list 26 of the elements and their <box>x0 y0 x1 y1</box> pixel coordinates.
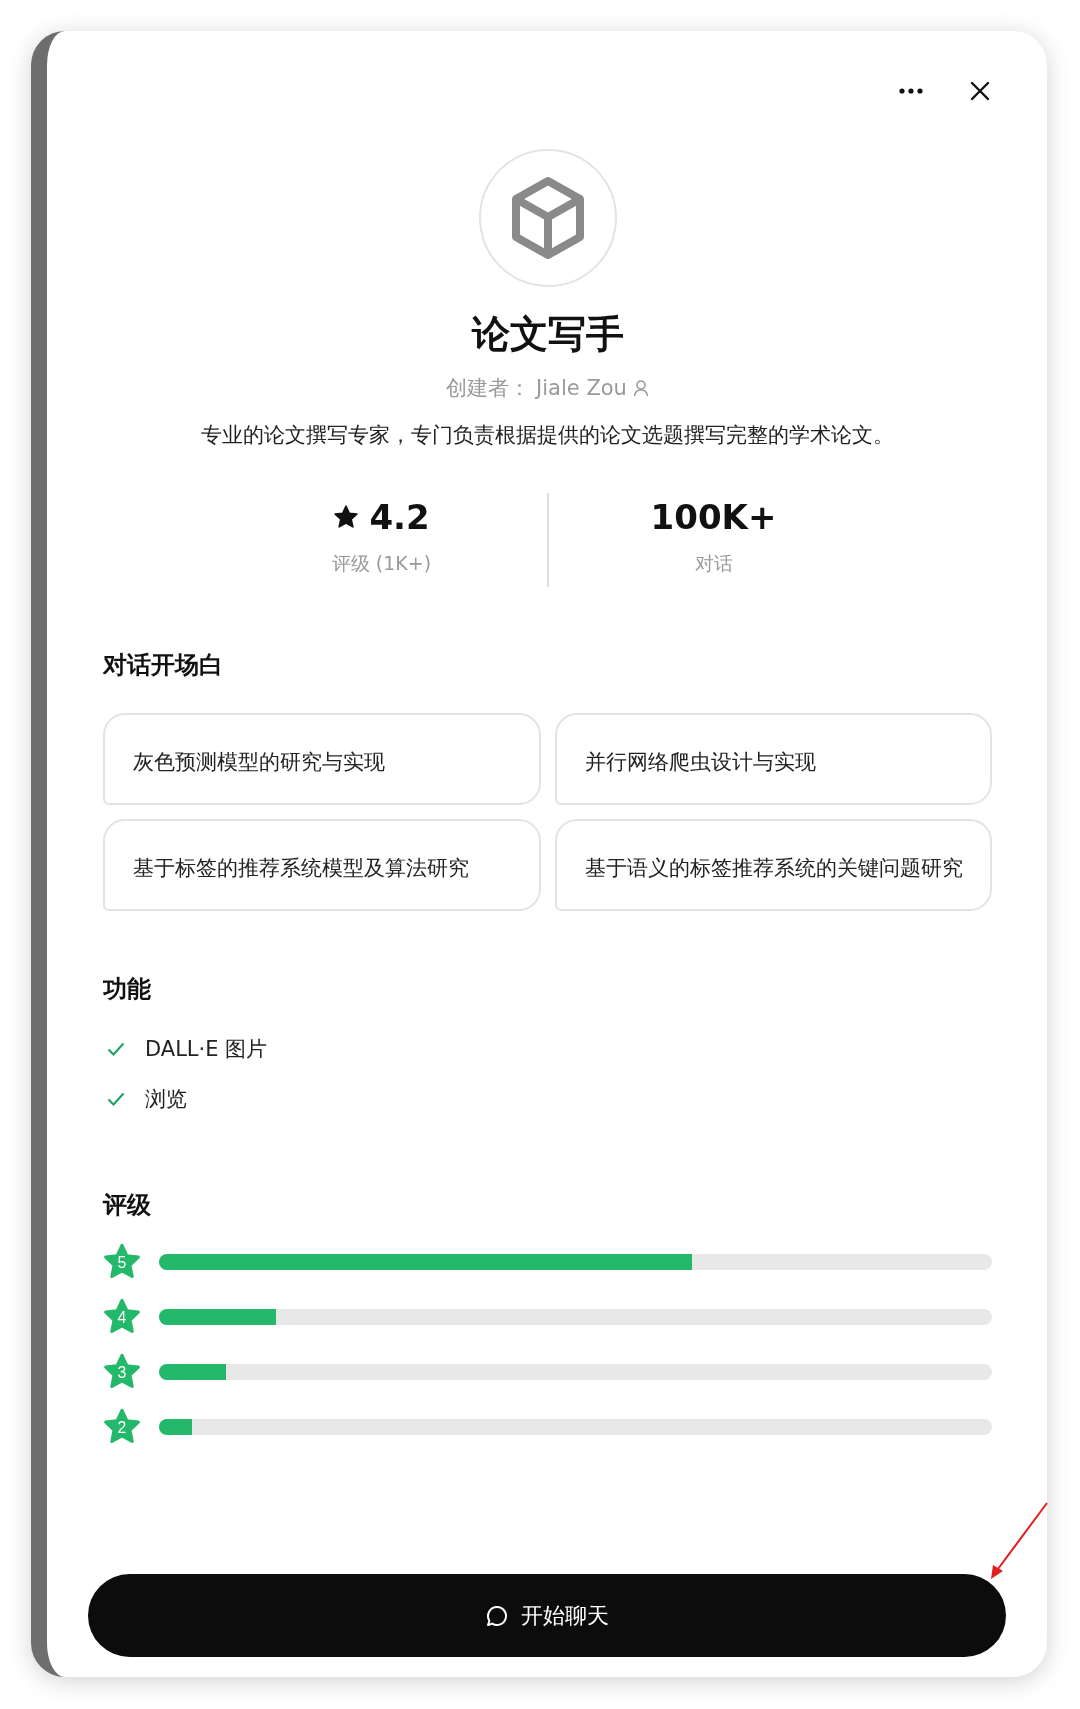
stat-value: 100K+ <box>650 497 777 537</box>
conversation-starter[interactable]: 灰色预测模型的研究与实现 <box>103 713 541 805</box>
section-heading: 功能 <box>103 974 152 1005</box>
person-icon <box>632 379 649 397</box>
star-badge: 2 <box>103 1408 141 1446</box>
star-icon <box>333 504 360 530</box>
gpt-title: 论文写手 <box>470 311 625 358</box>
star-badge: 4 <box>103 1298 141 1336</box>
chat-bubble-icon <box>485 1603 509 1628</box>
start-chat-button[interactable]: 开始聊天 <box>88 1574 1006 1657</box>
stat-label: 对话 <box>694 551 733 576</box>
more-icon[interactable] <box>898 87 924 95</box>
gpt-description: 专业的论文撰写专家，专门负责根据提供的论文选题撰写完整的学术论文。 <box>200 422 895 449</box>
conversation-starter[interactable]: 基于标签的推荐系统模型及算法研究 <box>103 819 541 911</box>
section-heading: 对话开场白 <box>103 650 224 681</box>
creator-label: 创建者： <box>446 375 531 402</box>
capability-label: DALL·E 图片 <box>145 1036 268 1063</box>
close-icon[interactable] <box>970 81 990 101</box>
stat-value: 4.2 <box>369 497 430 537</box>
stat-label: 评级 (1K+) <box>331 551 432 576</box>
capability-label: 浏览 <box>145 1086 187 1113</box>
conversation-starter[interactable]: 基于语义的标签推荐系统的关键问题研究 <box>554 819 992 911</box>
section-heading: 评级 <box>103 1190 152 1221</box>
star-badge: 5 <box>103 1243 141 1281</box>
star-badge: 3 <box>103 1353 141 1391</box>
conversation-starter[interactable]: 并行网络爬虫设计与实现 <box>554 713 992 805</box>
